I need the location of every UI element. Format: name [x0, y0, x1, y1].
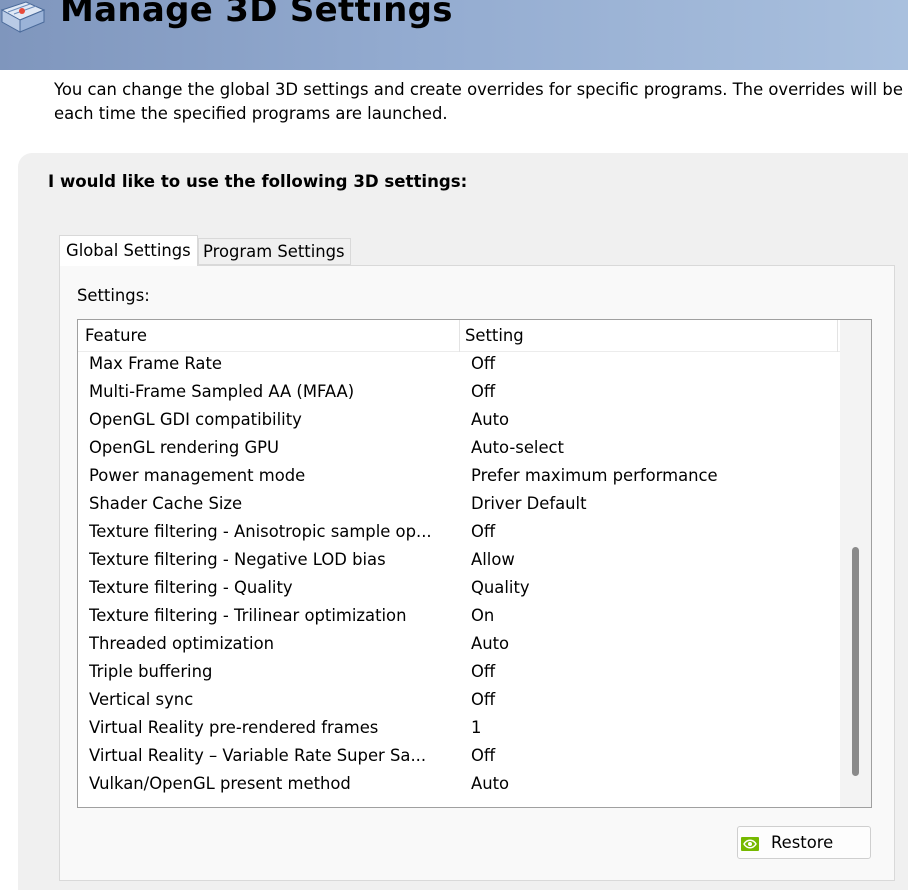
tab-global-settings[interactable]: Global Settings: [59, 235, 198, 266]
settings-row[interactable]: Vertical sync Off: [78, 688, 840, 716]
panel-heading: I would like to use the following 3D set…: [48, 172, 468, 191]
setting-value[interactable]: Off: [471, 522, 831, 541]
settings-row[interactable]: Texture filtering - Anisotropic sample o…: [78, 520, 840, 548]
settings-row[interactable]: Texture filtering - Quality Quality: [78, 576, 840, 604]
setting-value[interactable]: Off: [471, 354, 831, 373]
page-title: Manage 3D Settings: [60, 0, 453, 30]
page-header: Manage 3D Settings: [0, 0, 908, 70]
setting-value[interactable]: Driver Default: [471, 494, 831, 513]
feature-name: Virtual Reality pre-rendered frames: [89, 718, 379, 737]
feature-name: Texture filtering - Trilinear optimizati…: [89, 606, 407, 625]
setting-value[interactable]: Off: [471, 746, 831, 765]
feature-name: Power management mode: [89, 466, 306, 485]
setting-value[interactable]: Auto: [471, 774, 831, 793]
3d-settings-icon: [0, 0, 48, 34]
feature-name: OpenGL GDI compatibility: [89, 410, 302, 429]
feature-name: Texture filtering - Quality: [89, 578, 293, 597]
feature-name: Virtual Reality – Variable Rate Super Sa…: [89, 746, 427, 765]
settings-rows: Max Frame Rate Off Multi-Frame Sampled AA…: [78, 352, 840, 800]
feature-name: Texture filtering - Anisotropic sample o…: [89, 522, 432, 541]
setting-value[interactable]: Auto: [471, 634, 831, 653]
settings-row[interactable]: Threaded optimization Auto: [78, 632, 840, 660]
setting-value[interactable]: Prefer maximum performance: [471, 466, 831, 485]
restore-button[interactable]: Restore: [737, 826, 871, 859]
intro-text: You can change the global 3D settings an…: [54, 78, 908, 126]
setting-value[interactable]: Off: [471, 690, 831, 709]
scrollbar-thumb[interactable]: [852, 547, 859, 776]
column-header-setting[interactable]: Setting: [460, 320, 838, 352]
setting-value[interactable]: Auto: [471, 410, 831, 429]
settings-row[interactable]: Max Frame Rate Off: [78, 352, 840, 380]
restore-label: Restore: [771, 833, 834, 852]
feature-name: Vulkan/OpenGL present method: [89, 774, 351, 793]
setting-value[interactable]: 1: [471, 718, 831, 737]
settings-list[interactable]: Feature Setting Max Frame Rate Off Multi-…: [77, 319, 872, 808]
settings-row[interactable]: Texture filtering - Negative LOD bias All…: [78, 548, 840, 576]
settings-row[interactable]: Triple buffering Off: [78, 660, 840, 688]
settings-row[interactable]: OpenGL rendering GPU Auto-select: [78, 436, 840, 464]
feature-name: Threaded optimization: [89, 634, 274, 653]
feature-name: Shader Cache Size: [89, 494, 243, 513]
tab-program-settings[interactable]: Program Settings: [198, 238, 351, 265]
settings-row[interactable]: Vulkan/OpenGL present method Auto: [78, 772, 840, 800]
column-header-feature[interactable]: Feature: [78, 320, 460, 352]
settings-row[interactable]: Texture filtering - Trilinear optimizati…: [78, 604, 840, 632]
vertical-scrollbar[interactable]: [840, 320, 871, 807]
settings-row[interactable]: Virtual Reality pre-rendered frames 1: [78, 716, 840, 744]
settings-row[interactable]: Virtual Reality – Variable Rate Super Sa…: [78, 744, 840, 772]
setting-value[interactable]: On: [471, 606, 831, 625]
setting-value[interactable]: Auto-select: [471, 438, 831, 457]
settings-row[interactable]: Shader Cache Size Driver Default: [78, 492, 840, 520]
list-header: Feature Setting: [78, 320, 840, 352]
settings-row[interactable]: OpenGL GDI compatibility Auto: [78, 408, 840, 436]
settings-label: Settings:: [77, 286, 150, 305]
intro-line-1: You can change the global 3D settings an…: [54, 80, 903, 99]
feature-name: Vertical sync: [89, 690, 194, 709]
setting-value[interactable]: Allow: [471, 550, 831, 569]
feature-name: Texture filtering - Negative LOD bias: [89, 550, 386, 569]
setting-value[interactable]: Quality: [471, 578, 831, 597]
settings-row[interactable]: Power management mode Prefer maximum perf…: [78, 464, 840, 492]
feature-name: OpenGL rendering GPU: [89, 438, 280, 457]
settings-row[interactable]: Multi-Frame Sampled AA (MFAA) Off: [78, 380, 840, 408]
setting-value[interactable]: Off: [471, 382, 831, 401]
setting-value[interactable]: Off: [471, 662, 831, 681]
intro-line-2: each time the specified programs are lau…: [54, 104, 448, 123]
feature-name: Max Frame Rate: [89, 354, 222, 373]
feature-name: Multi-Frame Sampled AA (MFAA): [89, 382, 355, 401]
nvidia-logo-icon: [741, 836, 759, 851]
feature-name: Triple buffering: [89, 662, 213, 681]
